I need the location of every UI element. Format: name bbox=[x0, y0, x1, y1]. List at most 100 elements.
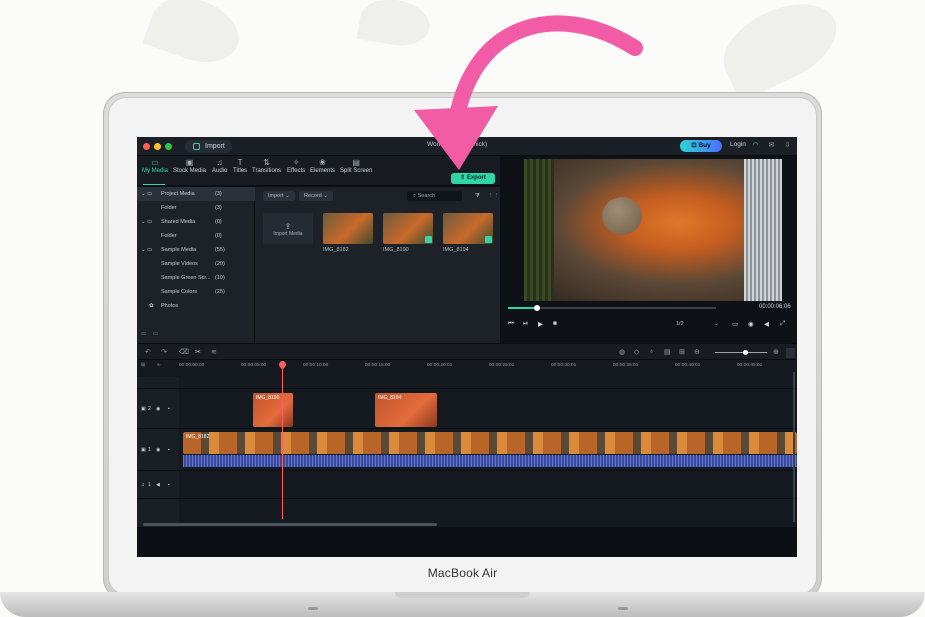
sidebar-item-folder[interactable]: Folder (3) bbox=[137, 201, 255, 215]
render-icon[interactable]: ◍ bbox=[619, 348, 625, 356]
stop-icon[interactable]: ■ bbox=[553, 320, 557, 327]
play-frame-icon[interactable]: ⏯ bbox=[523, 320, 528, 328]
snapshot-icon[interactable]: ◉ bbox=[748, 320, 754, 328]
background-leaf bbox=[710, 0, 850, 103]
tab-titles[interactable]: T Titles bbox=[233, 158, 247, 174]
lock-icon[interactable]: ▪ bbox=[168, 447, 170, 453]
scissors-icon[interactable]: ✂ bbox=[195, 348, 201, 356]
search-input[interactable]: ⌕ Search bbox=[407, 191, 462, 201]
volume-icon[interactable]: ◀ bbox=[764, 320, 769, 328]
laptop-lid: Import Wonder... (Peachick) ⊡ Buy Login … bbox=[103, 92, 822, 600]
tab-elements[interactable]: ❀ Elements bbox=[310, 158, 335, 174]
media-thumbnail[interactable] bbox=[443, 213, 493, 244]
marker-icon[interactable]: ◇ bbox=[634, 348, 639, 356]
import-button[interactable]: Import bbox=[185, 140, 232, 153]
track-number: 1 bbox=[148, 482, 151, 488]
mixer-icon[interactable]: ▤ bbox=[664, 348, 671, 356]
add-track-icon[interactable]: ⊞ bbox=[141, 363, 145, 368]
media-thumbnail[interactable] bbox=[383, 213, 433, 244]
scrubber-handle[interactable] bbox=[534, 305, 540, 311]
play-icon[interactable]: ▶ bbox=[538, 320, 543, 328]
track-video-1[interactable]: IMG_8182 bbox=[179, 429, 797, 471]
tab-label: Effects bbox=[287, 168, 306, 174]
fullscreen-icon[interactable]: ⤢ bbox=[780, 320, 785, 328]
eye-icon[interactable]: ◉ bbox=[156, 406, 160, 412]
sidebar-item-label: Sample Green Scr... bbox=[161, 275, 211, 281]
timeline-horizontal-scrollbar[interactable] bbox=[143, 523, 437, 526]
preview-quality-select[interactable]: 1/2 ⌄ bbox=[676, 319, 724, 329]
new-folder-icon[interactable]: ▭ bbox=[141, 327, 146, 341]
redo-icon[interactable]: ↷ bbox=[161, 348, 167, 356]
track-video-2[interactable]: IMG_8190 IMG_8194 bbox=[179, 389, 797, 429]
mail-icon[interactable]: ✉ bbox=[767, 141, 776, 150]
sidebar-item-sample-videos[interactable]: Sample Videos (20) bbox=[137, 257, 255, 271]
background-leaf bbox=[142, 0, 248, 74]
track-header-video-1: ▣ 1 ◉ ▪ bbox=[137, 429, 179, 471]
volume-icon[interactable]: ◀ bbox=[156, 482, 160, 488]
video-clip[interactable]: IMG_8190 bbox=[253, 393, 293, 427]
delete-icon[interactable]: ⌫ bbox=[179, 348, 189, 356]
login-link[interactable]: Login bbox=[730, 141, 746, 148]
tab-stock-media[interactable]: ▣ Stock Media bbox=[173, 158, 206, 174]
laptop-foot bbox=[308, 607, 318, 610]
folder-add-icon[interactable]: ▭ bbox=[153, 327, 158, 341]
zoom-out-icon[interactable]: ⊖ bbox=[694, 348, 700, 356]
export-button[interactable]: ⇪ Export bbox=[451, 173, 495, 184]
tab-transitions[interactable]: ⇅ Transitions bbox=[252, 158, 281, 174]
playhead[interactable] bbox=[277, 359, 288, 519]
sidebar-item-shared-media[interactable]: ⌄ ▭ Shared Media (0) bbox=[137, 215, 255, 229]
undo-icon[interactable]: ↶ bbox=[145, 348, 151, 356]
window-title: Wonder... (Peachick) bbox=[427, 141, 488, 148]
zoom-slider[interactable] bbox=[715, 350, 767, 355]
background-leaf bbox=[356, 0, 434, 51]
lock-icon[interactable]: ▪ bbox=[168, 482, 170, 488]
eye-icon[interactable]: ◉ bbox=[156, 447, 160, 453]
import-media-tile[interactable]: ⇪ Import Media bbox=[263, 213, 313, 244]
sidebar-item-count: (10) bbox=[215, 275, 225, 281]
import-dropdown[interactable]: Import ⌄ bbox=[263, 191, 295, 201]
sync-icon[interactable]: ◠ bbox=[751, 141, 760, 150]
mic-icon[interactable]: ♁ bbox=[649, 348, 654, 355]
timeline-vertical-scrollbar[interactable] bbox=[793, 372, 795, 522]
media-thumbnail[interactable] bbox=[323, 213, 373, 244]
sidebar-item-count: (20) bbox=[215, 261, 225, 267]
video-clip[interactable]: IMG_8194 bbox=[375, 393, 437, 427]
panel-toggle-icon[interactable] bbox=[786, 348, 795, 358]
import-label: Import bbox=[205, 143, 225, 150]
sidebar-item-label: Folder bbox=[161, 233, 177, 239]
track-audio-1[interactable] bbox=[179, 471, 797, 499]
tab-audio[interactable]: ♫ Audio bbox=[212, 158, 227, 174]
tab-my-media[interactable]: ▭ My Media bbox=[142, 158, 168, 174]
zoom-in-icon[interactable]: ⊕ bbox=[773, 348, 779, 356]
tab-split-screen[interactable]: ▤ Split Screen bbox=[340, 158, 372, 174]
download-icon[interactable]: ⇩ bbox=[783, 141, 792, 150]
record-dropdown-label: Record bbox=[304, 193, 322, 199]
zoom-handle[interactable] bbox=[743, 350, 748, 355]
buy-button[interactable]: ⊡ Buy bbox=[680, 140, 722, 152]
audio-icon[interactable]: ≋ bbox=[211, 348, 217, 356]
step-back-icon[interactable]: ⏮ bbox=[508, 320, 514, 328]
laptop-foot bbox=[618, 607, 628, 610]
sidebar-item-photos[interactable]: ✿ Photos bbox=[137, 299, 255, 313]
timeline-ruler[interactable]: ⊞ ∞ 00:00:00:00 00:00:05:00 00:00:10:00 … bbox=[137, 360, 797, 377]
tab-label: Split Screen bbox=[340, 168, 373, 174]
playback-scrubber[interactable] bbox=[508, 305, 716, 311]
sidebar-item-sample-media[interactable]: ⌄ ▭ Sample Media (55) bbox=[137, 243, 255, 257]
display-icon[interactable]: ▭ bbox=[732, 320, 738, 328]
record-dropdown[interactable]: Record ⌄ bbox=[299, 191, 333, 201]
lock-icon[interactable]: ▪ bbox=[168, 406, 170, 412]
link-icon[interactable]: ∞ bbox=[157, 363, 160, 368]
video-clip[interactable]: IMG_8182 bbox=[183, 432, 797, 454]
sidebar-item-sample-colors[interactable]: Sample Colors (25) bbox=[137, 285, 255, 299]
tab-effects[interactable]: ✧ Effects bbox=[287, 158, 305, 174]
elements-icon: ❀ bbox=[319, 158, 326, 167]
sidebar-item-sample-green-screen[interactable]: Sample Green Scr... (10) bbox=[137, 271, 255, 285]
close-window-button[interactable] bbox=[143, 143, 150, 150]
maximize-window-button[interactable] bbox=[165, 143, 172, 150]
audio-waveform bbox=[183, 455, 797, 467]
sidebar-item-project-media[interactable]: ⌄ ▭ Project Media (3) bbox=[137, 187, 255, 201]
grid-icon[interactable]: ⊞ bbox=[679, 348, 685, 356]
preview-panel: 00:00:06:06 ⏮ ⏯ ▶ ■ 1/2 ⌄ ▭ ◉ ◀ ⤢ bbox=[500, 156, 797, 343]
minimize-window-button[interactable] bbox=[154, 143, 161, 150]
sidebar-item-folder[interactable]: Folder (0) bbox=[137, 229, 255, 243]
